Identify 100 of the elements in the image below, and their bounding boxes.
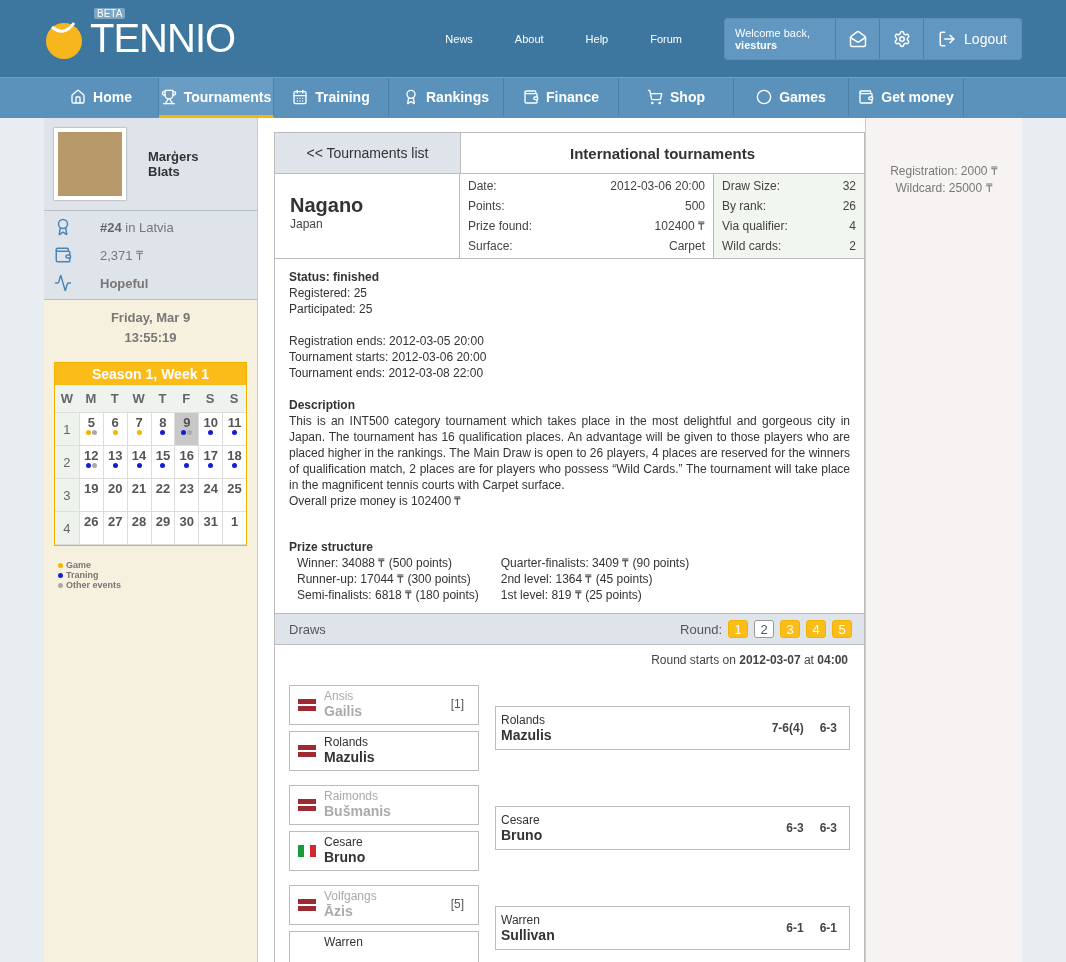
city-name: Nagano [290,194,365,217]
calendar-day[interactable]: 14 [126,446,151,479]
info-label: Surface: [468,238,513,255]
envelope-icon [848,29,867,48]
calendar-day[interactable]: 7 [126,413,151,446]
fee-text: Registration: 2000 ₸ [889,163,999,179]
info-value: 26 [842,198,856,215]
info-label: Draw Size: [722,178,780,195]
settings-button[interactable] [879,18,923,59]
tournaments-list-link[interactable]: << Tournaments list [275,133,461,173]
calendar-day[interactable]: 27 [102,512,127,545]
section-title: Description [289,397,356,413]
pulse-icon [54,274,72,292]
info-value: 2012-03-06 20:00 [610,178,705,195]
settings-icon [892,29,911,48]
calendar-day[interactable]: 19 [78,479,103,512]
player-last-name: Mazulis [501,727,553,743]
welcome-panel: Welcome back, viesturs [725,18,835,59]
stat-text: 2,371 ₸ [100,247,144,264]
prize-text: 2nd level: 1364 ₸ (45 points) [500,571,654,587]
calendar-day[interactable]: 21 [126,479,151,512]
messages-button[interactable] [835,18,879,59]
calendar-title: Season 1, Week 1 [55,363,246,385]
calendar-day[interactable]: 18 [222,446,246,479]
player-first-name: Rolands [501,713,547,727]
calendar-day[interactable]: 5 [78,413,103,446]
avatar-placeholder [54,128,126,200]
info-label: By rank: [722,198,766,215]
calendar-day[interactable]: 26 [78,512,103,545]
calendar-day[interactable]: 10 [198,413,223,446]
weekday-header: S [198,385,223,413]
calendar-day[interactable]: 6 [102,413,127,446]
calendar-day[interactable]: 16 [174,446,199,479]
calendar-day[interactable]: 28 [126,512,151,545]
count-text: Registered: 25 [289,285,369,301]
info-value: 4 [849,218,856,235]
seed-number: [1] [450,697,464,711]
calendar-day[interactable]: 8 [150,413,175,446]
set-score: 6-3 [786,821,804,835]
logout-icon [938,29,957,48]
player-first-name: Volfgangs [324,889,378,903]
calendar-day[interactable]: 1 [222,512,246,545]
calendar-day[interactable]: 13 [102,446,127,479]
player-last-name: Bruno [324,849,367,865]
calendar-day[interactable]: 9 [174,413,199,446]
set-score: 6-1 [786,921,804,935]
prize-text: Runner-up: 17044 ₸ (300 points) [297,571,472,587]
weekday-header: F [174,385,199,413]
week-number: 2 [55,446,79,479]
player-first-name: Rolands [324,735,370,749]
round-label: Round: [680,621,722,637]
calendar-day[interactable]: 30 [174,512,199,545]
legend-label: Other events [66,580,122,590]
legend-label: Traning [66,570,99,580]
calendar-day[interactable]: 17 [198,446,223,479]
player-last-name: Mazulis [324,749,376,765]
player-name: Marģers Blats [148,149,199,179]
legend-label: Game [66,560,91,570]
status-text: Status: finished [289,269,380,285]
seed-number: [5] [450,897,464,911]
country-name: Japan [290,217,324,231]
top-link[interactable]: Help [585,32,609,45]
info-label: Points: [468,198,505,215]
calendar-day[interactable]: 11 [222,413,246,446]
calendar-day[interactable]: 12 [78,446,103,479]
count-text: Participated: 25 [289,301,374,317]
info-label: Via qualifier: [722,218,788,235]
top-link[interactable]: About [514,32,544,45]
player-first-name: Cesare [324,835,364,849]
weekday-header: S [222,385,246,413]
week-number: 1 [55,413,79,446]
set-score: 6-3 [819,721,837,735]
calendar-day[interactable]: 22 [150,479,175,512]
player-last-name: Gailis [324,703,364,719]
week-number: 3 [55,479,79,512]
player-first-name: Warren [324,935,364,949]
calendar-day[interactable]: 31 [198,512,223,545]
flag-icon [298,845,316,857]
prize-money-text: Overall prize money is 102400 ₸ [289,493,463,509]
round-button[interactable]: 2 [754,620,774,638]
calendar-day[interactable]: 20 [102,479,127,512]
prize-text: Semi-finalists: 6818 ₸ (180 points) [297,587,479,603]
date-text: Registration ends: 2012-03-05 20:00 [289,333,485,349]
page-heading: International tournaments [569,143,756,164]
top-link[interactable]: Forum [650,32,682,45]
prize-text: Winner: 34088 ₸ (500 points) [297,555,454,571]
fee-text: Wildcard: 25000 ₸ [894,180,994,196]
prize-text: Quarter-finalists: 3409 ₸ (90 points) [500,555,690,571]
ball-icon [756,88,773,105]
calendar-day[interactable]: 23 [174,479,199,512]
calendar-day[interactable]: 29 [150,512,175,545]
info-value: 2 [849,238,856,255]
calendar-day[interactable]: 24 [198,479,223,512]
set-score: 6-3 [819,821,837,835]
logo-text: TENNIO [90,16,236,60]
trophy-icon [160,88,177,105]
top-link[interactable]: News [445,32,473,45]
calendar-day[interactable]: 25 [222,479,246,512]
home-icon [70,88,87,105]
calendar-day[interactable]: 15 [150,446,175,479]
